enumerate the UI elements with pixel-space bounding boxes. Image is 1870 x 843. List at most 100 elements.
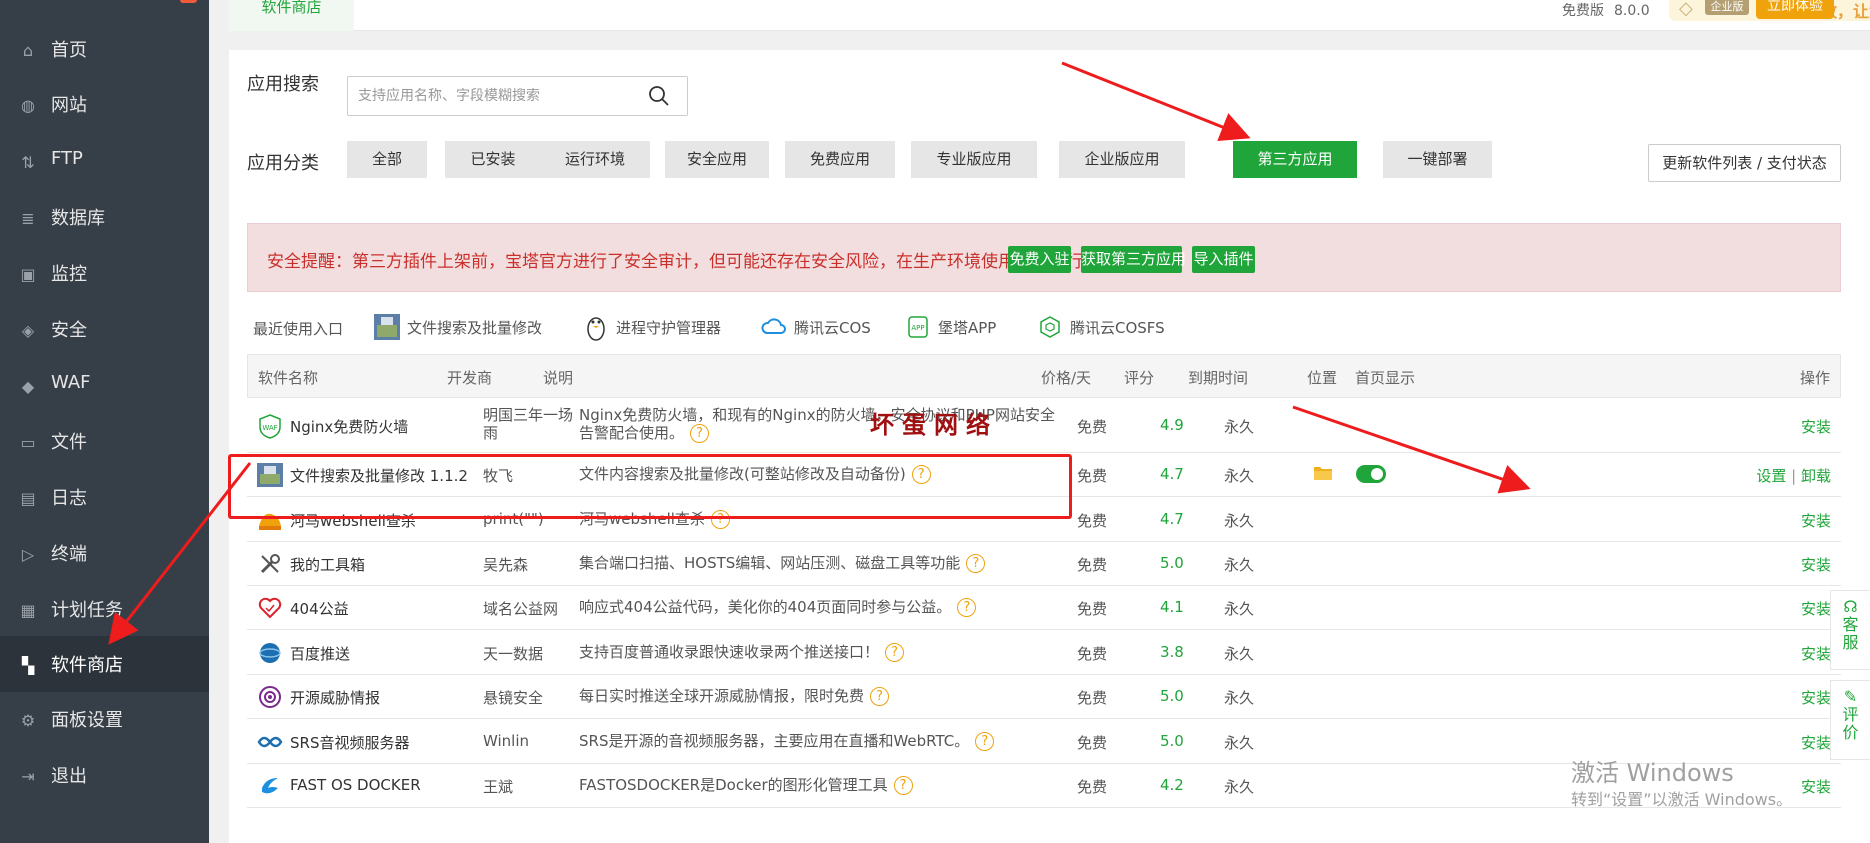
install-link[interactable]: 安装 <box>1801 416 1831 437</box>
sidebar-item-1[interactable]: ◍ 网站 <box>0 76 209 132</box>
software-name[interactable]: 404公益 <box>290 598 349 619</box>
recent-label: 最近使用入口 <box>253 320 344 338</box>
recent-item-bt-app[interactable]: APP 堡塔APP <box>904 312 996 342</box>
category-button-6[interactable]: 企业版应用 <box>1059 141 1185 178</box>
expire-time: 永久 <box>1224 689 1255 707</box>
monitor-icon: ▣ <box>20 264 36 284</box>
uninstall-link[interactable]: 卸载 <box>1801 467 1831 485</box>
description-text: 响应式404公益代码，美化你的404页面同时参与公益。 <box>579 598 952 616</box>
get-third-party-button[interactable]: 获取第三方应用 <box>1081 246 1186 273</box>
heart-icon <box>257 595 283 621</box>
sidebar-item-5[interactable]: ◈ 安全 <box>0 301 209 357</box>
diamond-icon: ◇ <box>1679 0 1693 19</box>
category-button-2[interactable]: 运行环境 <box>540 141 650 178</box>
install-link[interactable]: 安装 <box>1801 643 1831 664</box>
category-button-4[interactable]: 免费应用 <box>785 141 895 178</box>
sidebar-item-label: 计划任务 <box>51 600 123 621</box>
software-name[interactable]: 百度推送 <box>290 643 350 664</box>
folder-icon[interactable] <box>1313 464 1333 486</box>
expire-time: 永久 <box>1224 778 1255 796</box>
price: 免费 <box>1077 689 1108 707</box>
sidebar-item-10[interactable]: ▦ 计划任务 <box>0 581 209 637</box>
sidebar-item-7[interactable]: ▭ 文件 <box>0 413 209 469</box>
install-link[interactable]: 安装 <box>1801 776 1831 797</box>
search-input[interactable] <box>358 83 638 109</box>
description: SRS是开源的音视频服务器，主要应用在直播和WebRTC。? <box>579 730 995 751</box>
review-button[interactable]: ✎ 评 价 <box>1830 680 1870 760</box>
update-list-button[interactable]: 更新软件列表 / 支付状态 <box>1648 144 1841 182</box>
description: FASTOSDOCKER是Docker的图形化管理工具? <box>579 774 913 795</box>
import-plugin-button[interactable]: 导入插件 <box>1192 246 1255 273</box>
help-icon[interactable]: ? <box>966 554 986 573</box>
homepage-toggle[interactable] <box>1355 464 1387 488</box>
sidebar-item-8[interactable]: ▤ 日志 <box>0 469 209 525</box>
category-label: 应用分类 <box>247 153 319 174</box>
tab-software-store[interactable]: 软件商店 <box>229 0 354 31</box>
sidebar-item-label: 首页 <box>51 40 87 61</box>
price: 免费 <box>1077 645 1108 663</box>
software-name[interactable]: Nginx免费防火墙 <box>290 416 408 437</box>
price: 免费 <box>1077 556 1108 574</box>
install-link[interactable]: 安装 <box>1801 554 1831 575</box>
category-button-8[interactable]: 一键部署 <box>1383 141 1492 178</box>
sidebar-item-3[interactable]: ≣ 数据库 <box>0 189 209 245</box>
logout-icon: ⇥ <box>21 766 35 786</box>
help-icon[interactable]: ? <box>957 598 977 617</box>
header-name: 软件名称 <box>258 369 319 387</box>
score: 5.0 <box>1160 554 1184 572</box>
sidebar: ⌂ 首页 ◍ 网站 ⇅ FTP ≣ 数据库 ▣ 监控 ◈ 安全 ◆ WAF ▭ 文件 ▤ 日志 ▷ 终端 ▦ 计划任务 ▚ 软… <box>0 0 209 843</box>
install-link[interactable]: 安装 <box>1801 732 1831 753</box>
recent-item-process-guard[interactable]: 进程守护管理器 <box>582 312 721 342</box>
category-button-5[interactable]: 专业版应用 <box>911 141 1037 178</box>
customer-service-button[interactable]: ☊ 客 服 <box>1830 590 1870 670</box>
sidebar-item-2[interactable]: ⇅ FTP <box>0 133 209 189</box>
software-name[interactable]: 开源威胁情报 <box>290 687 380 708</box>
search-icon[interactable] <box>648 85 670 107</box>
enterprise-tag: 企业版 <box>1705 0 1749 15</box>
category-button-7[interactable]: 第三方应用 <box>1233 141 1357 178</box>
install-link[interactable]: 安装 <box>1801 510 1831 531</box>
category-button-1[interactable]: 已安装 <box>445 141 541 178</box>
waf-shield-icon: ◆ <box>21 376 35 396</box>
category-button-0[interactable]: 全部 <box>347 141 427 178</box>
help-icon[interactable]: ? <box>975 732 995 751</box>
sidebar-item-13[interactable]: ⇥ 退出 <box>0 747 209 803</box>
sidebar-item-4[interactable]: ▣ 监控 <box>0 245 209 301</box>
search-box[interactable] <box>347 76 688 116</box>
description-text: 集合端口扫描、HOSTS编辑、网站压测、磁盘工具等功能 <box>579 554 961 572</box>
install-link[interactable]: 安装 <box>1801 598 1831 619</box>
service-char-1: 客 <box>1842 615 1859 634</box>
sidebar-item-6[interactable]: ◆ WAF <box>0 357 209 413</box>
try-now-button[interactable]: 立即体验 <box>1756 0 1834 19</box>
expire-time: 永久 <box>1224 556 1255 574</box>
install-link[interactable]: 安装 <box>1801 687 1831 708</box>
recent-item-label: 堡塔APP <box>938 318 997 337</box>
software-name[interactable]: FAST OS DOCKER <box>290 776 421 794</box>
free-join-button[interactable]: 免费入驻 <box>1008 246 1071 273</box>
help-icon[interactable]: ? <box>870 687 890 706</box>
software-name[interactable]: 我的工具箱 <box>290 554 365 575</box>
sidebar-item-11[interactable]: ▚ 软件商店 <box>0 636 209 692</box>
waf-icon: WAF <box>257 413 283 439</box>
score: 4.7 <box>1160 465 1184 483</box>
cube-icon <box>1036 313 1064 341</box>
help-icon[interactable]: ? <box>885 643 905 662</box>
sidebar-item-12[interactable]: ⚙ 面板设置 <box>0 691 209 747</box>
help-icon[interactable]: ? <box>690 424 710 443</box>
software-name[interactable]: SRS音视频服务器 <box>290 732 409 753</box>
sidebar-item-label: 网站 <box>51 95 87 116</box>
sidebar-item-9[interactable]: ▷ 终端 <box>0 525 209 581</box>
penguin-icon <box>582 313 610 341</box>
recent-item-tencent-cosfs[interactable]: 腾讯云COSFS <box>1036 312 1165 342</box>
category-button-3[interactable]: 安全应用 <box>665 141 769 178</box>
help-icon[interactable]: ? <box>893 776 913 795</box>
recent-item-file-search[interactable]: 文件搜索及批量修改 <box>373 312 542 342</box>
baidu-push-icon <box>257 640 283 666</box>
table-row: 我的工具箱 吴先森 集合端口扫描、HOSTS编辑、网站压测、磁盘工具等功能? 免费 5.… <box>247 542 1841 586</box>
recent-item-tencent-cos[interactable]: 腾讯云COS <box>760 312 871 342</box>
sidebar-item-label: 退出 <box>51 766 87 787</box>
sidebar-item-0[interactable]: ⌂ 首页 <box>0 21 209 77</box>
headset-icon: ☊ <box>1843 597 1858 616</box>
recent-item-label: 腾讯云COS <box>794 318 871 337</box>
settings-link[interactable]: 设置 <box>1756 467 1786 485</box>
